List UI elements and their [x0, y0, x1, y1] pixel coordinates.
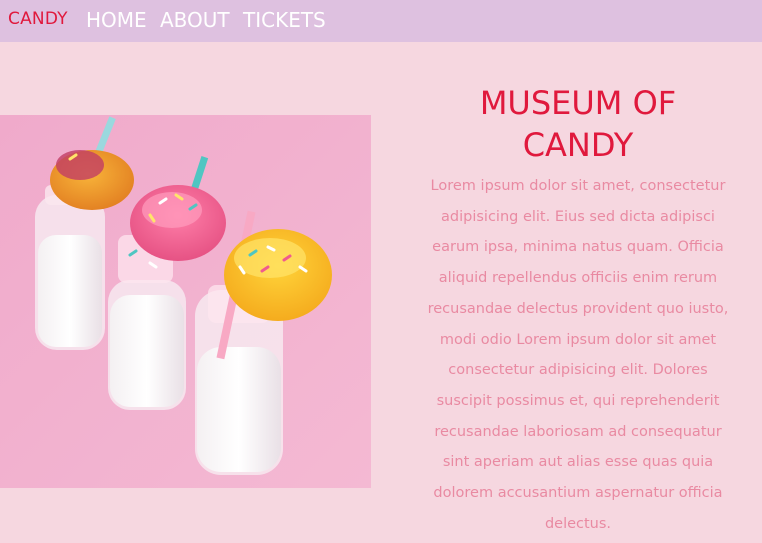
page-title: MUSEUM OF CANDY [479, 84, 677, 164]
hero-description: Lorem ipsum dolor sit amet, consectetur … [427, 178, 729, 532]
nav-link-about[interactable]: ABOUT [160, 8, 230, 32]
brand-logo-link[interactable]: CANDY [8, 9, 68, 29]
nav-link-home[interactable]: HOME [86, 8, 147, 32]
nav-link-tickets[interactable]: TICKETS [243, 8, 326, 32]
donuts-milk-bottles-photo [0, 115, 371, 488]
top-navbar: CANDY HOME ABOUT TICKETS [0, 0, 762, 42]
